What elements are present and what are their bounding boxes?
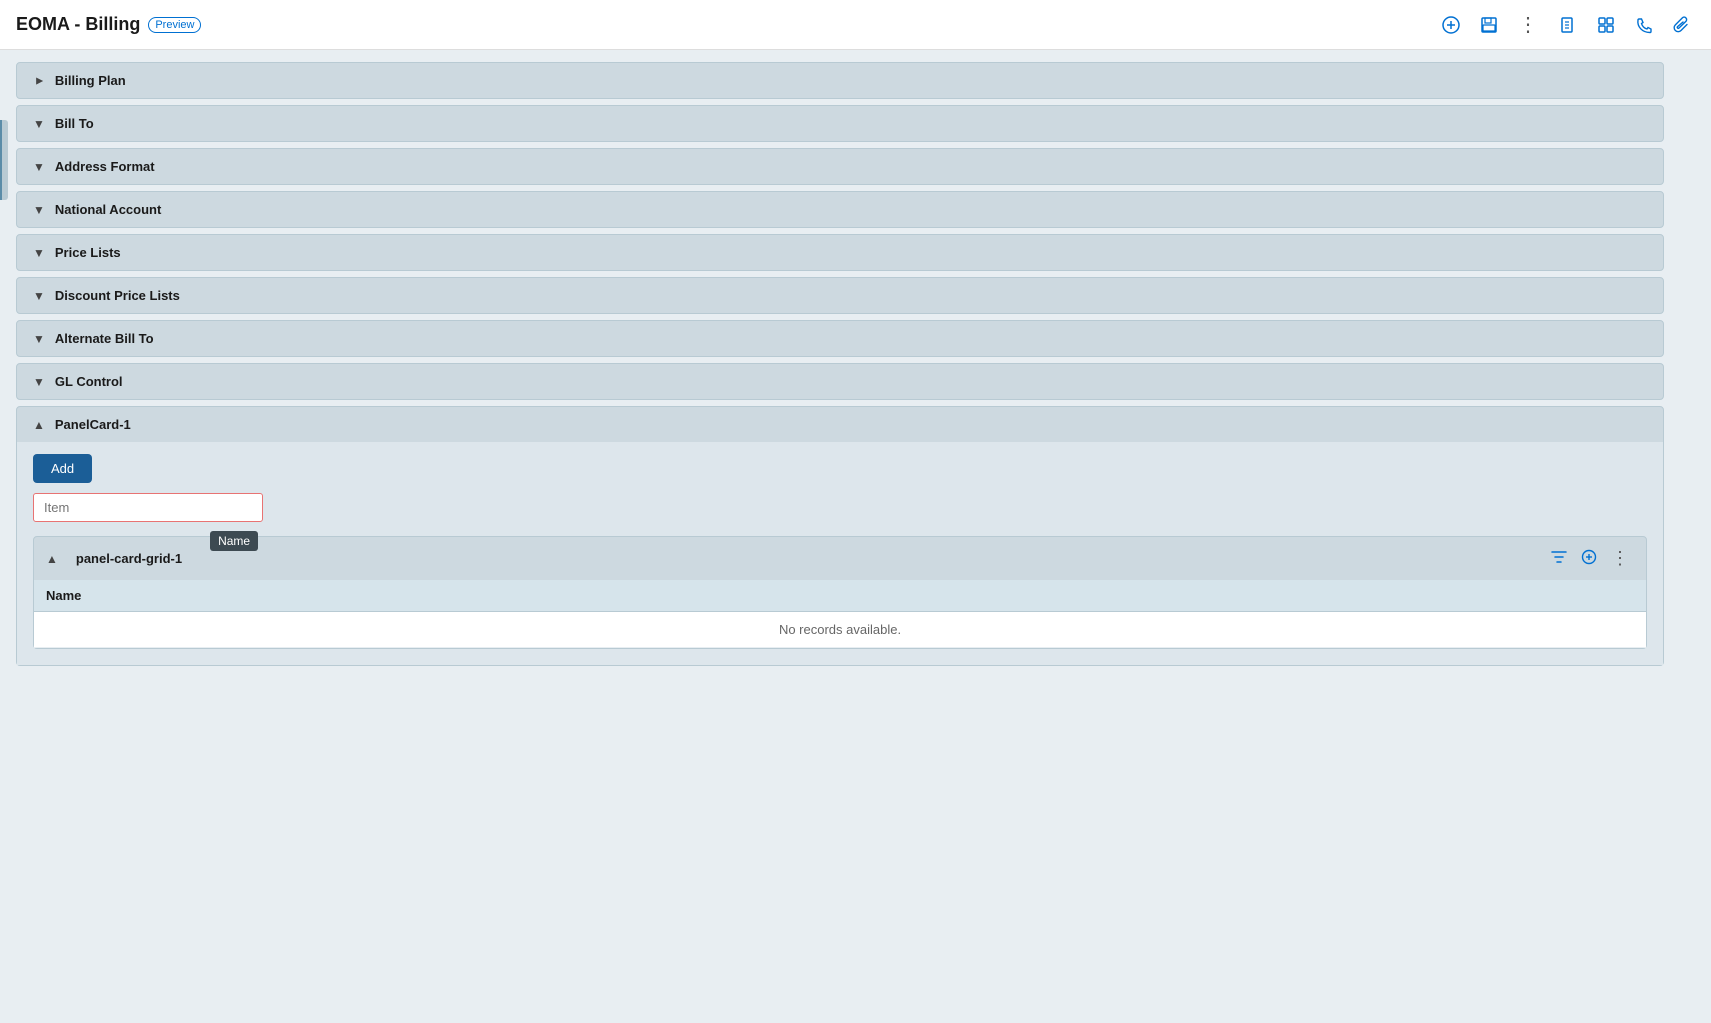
section-gl-control-title: GL Control bbox=[55, 374, 123, 389]
sub-panel-title-area: ▲ panel-card-grid-1 Name bbox=[46, 551, 190, 566]
item-input[interactable] bbox=[33, 493, 263, 522]
section-panel-card-1-title: PanelCard-1 bbox=[55, 417, 131, 432]
chevron-national-account-icon: ▼ bbox=[33, 203, 45, 217]
section-gl-control: ▼ GL Control bbox=[16, 363, 1664, 400]
chevron-gl-control-icon: ▼ bbox=[33, 375, 45, 389]
more-icon: ⋮ bbox=[1518, 12, 1539, 37]
empty-message: No records available. bbox=[34, 612, 1646, 648]
section-gl-control-header[interactable]: ▼ GL Control bbox=[17, 364, 1663, 399]
filter-icon bbox=[1551, 549, 1567, 565]
section-price-lists-header[interactable]: ▼ Price Lists bbox=[17, 235, 1663, 270]
header-left: EOMA - Billing Preview bbox=[16, 14, 201, 35]
section-alternate-bill-to-header[interactable]: ▼ Alternate Bill To bbox=[17, 321, 1663, 356]
doc-view-button[interactable] bbox=[1555, 12, 1581, 38]
sub-panel-grid-header[interactable]: ▲ panel-card-grid-1 Name bbox=[34, 537, 1646, 580]
sub-panel-grid-title: panel-card-grid-1 bbox=[76, 551, 182, 566]
grid-more-icon: ⋮ bbox=[1611, 548, 1629, 568]
section-bill-to: ▼ Bill To bbox=[16, 105, 1664, 142]
chevron-panel-card-1-icon: ▲ bbox=[33, 418, 45, 432]
sub-panel-grid: ▲ panel-card-grid-1 Name bbox=[33, 536, 1647, 649]
more-options-button[interactable]: ⋮ bbox=[1514, 8, 1543, 41]
attachment-icon bbox=[1673, 16, 1691, 34]
save-icon bbox=[1480, 16, 1498, 34]
grid-more-button[interactable]: ⋮ bbox=[1606, 545, 1634, 572]
chevron-sub-panel-icon: ▲ bbox=[46, 552, 58, 566]
phone-button[interactable] bbox=[1631, 12, 1657, 38]
main-content: ▼ Billing Plan ▼ Bill To ▼ Address Forma… bbox=[0, 50, 1680, 684]
save-button[interactable] bbox=[1476, 12, 1502, 38]
chevron-bill-to-icon: ▼ bbox=[33, 117, 45, 131]
empty-row: No records available. bbox=[34, 612, 1646, 648]
layout-button[interactable] bbox=[1593, 12, 1619, 38]
left-tab-line bbox=[0, 120, 2, 200]
chevron-billing-plan-icon: ▼ bbox=[32, 75, 46, 87]
section-national-account: ▼ National Account bbox=[16, 191, 1664, 228]
grid-table: Name No records available. bbox=[34, 580, 1646, 648]
section-price-lists: ▼ Price Lists bbox=[16, 234, 1664, 271]
grid-table-container: Name No records available. bbox=[34, 580, 1646, 648]
add-record-button[interactable]: Add bbox=[33, 454, 92, 483]
section-price-lists-title: Price Lists bbox=[55, 245, 121, 260]
section-national-account-header[interactable]: ▼ National Account bbox=[17, 192, 1663, 227]
main-scroll-area: ▼ Billing Plan ▼ Bill To ▼ Address Forma… bbox=[0, 50, 1711, 684]
header-bar: EOMA - Billing Preview ⋮ bbox=[0, 0, 1711, 50]
layout-icon bbox=[1597, 16, 1615, 34]
col-header-name: Name bbox=[34, 580, 1646, 612]
sub-panel-actions: ⋮ bbox=[1546, 545, 1634, 572]
add-column-button[interactable] bbox=[1576, 546, 1602, 572]
filter-button[interactable] bbox=[1546, 546, 1572, 572]
add-col-icon bbox=[1581, 549, 1597, 565]
chevron-alternate-bill-to-icon: ▼ bbox=[33, 332, 45, 346]
add-button[interactable] bbox=[1438, 12, 1464, 38]
doc-icon bbox=[1559, 16, 1577, 34]
page-title: EOMA - Billing bbox=[16, 14, 140, 35]
section-address-format-title: Address Format bbox=[55, 159, 155, 174]
col-header-name-label: Name bbox=[46, 588, 81, 603]
section-national-account-title: National Account bbox=[55, 202, 161, 217]
section-alternate-bill-to: ▼ Alternate Bill To bbox=[16, 320, 1664, 357]
phone-icon bbox=[1635, 16, 1653, 34]
add-icon bbox=[1442, 16, 1460, 34]
section-bill-to-header[interactable]: ▼ Bill To bbox=[17, 106, 1663, 141]
section-billing-plan-title: Billing Plan bbox=[55, 73, 126, 88]
section-panel-card-1-header[interactable]: ▲ PanelCard-1 bbox=[17, 407, 1663, 442]
section-discount-price-lists-title: Discount Price Lists bbox=[55, 288, 180, 303]
name-tooltip: Name bbox=[210, 531, 258, 551]
attachment-button[interactable] bbox=[1669, 12, 1695, 38]
preview-badge: Preview bbox=[148, 17, 201, 33]
section-discount-price-lists-header[interactable]: ▼ Discount Price Lists bbox=[17, 278, 1663, 313]
section-panel-card-1: ▲ PanelCard-1 Add ▲ panel-card-grid-1 bbox=[16, 406, 1664, 666]
section-alternate-bill-to-title: Alternate Bill To bbox=[55, 331, 154, 346]
section-bill-to-title: Bill To bbox=[55, 116, 94, 131]
panel-card-1-body: Add ▲ panel-card-grid-1 Name bbox=[17, 442, 1663, 665]
header-right: ⋮ bbox=[1438, 8, 1695, 41]
chevron-price-lists-icon: ▼ bbox=[33, 246, 45, 260]
section-address-format-header[interactable]: ▼ Address Format bbox=[17, 149, 1663, 184]
section-address-format: ▼ Address Format bbox=[16, 148, 1664, 185]
chevron-address-format-icon: ▼ bbox=[33, 160, 45, 174]
section-discount-price-lists: ▼ Discount Price Lists bbox=[16, 277, 1664, 314]
section-billing-plan: ▼ Billing Plan bbox=[16, 62, 1664, 99]
chevron-discount-price-lists-icon: ▼ bbox=[33, 289, 45, 303]
section-billing-plan-header[interactable]: ▼ Billing Plan bbox=[17, 63, 1663, 98]
